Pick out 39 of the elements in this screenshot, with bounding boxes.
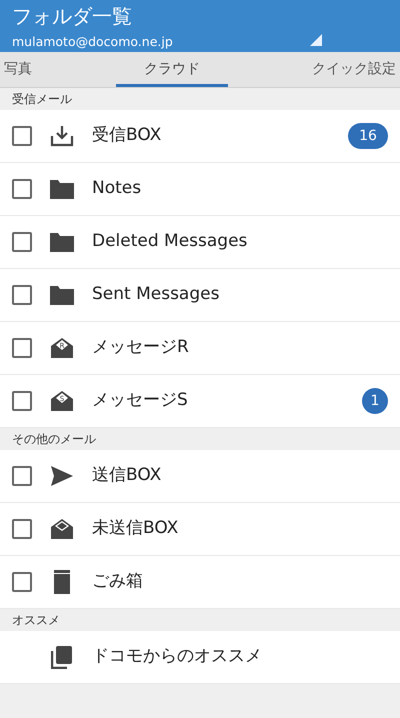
folder-name: メッセージS	[92, 389, 188, 412]
checkbox[interactable]	[12, 391, 32, 411]
checkbox[interactable]	[12, 572, 32, 592]
folder-name: 未送信BOX	[92, 517, 178, 540]
checkbox[interactable]	[12, 126, 32, 146]
open-envelope-icon	[48, 518, 76, 540]
folder-name: ドコモからのオススメ	[92, 645, 262, 668]
folder-row[interactable]: Notes	[0, 163, 400, 216]
folder-name: 送信BOX	[92, 464, 162, 488]
folder-name: ごみ箱	[92, 570, 143, 594]
folder-name: Sent Messages	[92, 283, 220, 306]
unread-count: 1	[362, 388, 388, 414]
folder-icon	[48, 284, 76, 306]
folder-row[interactable]: ごみ箱	[0, 556, 400, 609]
account-address: mulamoto@docomo.ne.jp	[12, 33, 173, 51]
folder-row[interactable]: Deleted Messages	[0, 216, 400, 269]
folder-row[interactable]: Sent Messages	[0, 269, 400, 322]
folder-name: メッセージR	[92, 336, 189, 360]
tab[interactable]: クイック設定	[308, 51, 400, 87]
folder-name: Notes	[92, 177, 142, 200]
folder-row[interactable]: 送信BOX	[0, 450, 400, 503]
inbox-download-icon	[48, 125, 76, 147]
folder-name: 受信BOX	[92, 124, 162, 148]
dropdown-icon[interactable]	[310, 34, 322, 46]
tab[interactable]: 写真	[0, 51, 36, 87]
unread-count: 16	[348, 123, 388, 149]
folder-name: Deleted Messages	[92, 230, 248, 254]
checkbox[interactable]	[12, 179, 32, 199]
folder-icon	[48, 178, 76, 200]
header-title: フォルダ一覧	[12, 3, 133, 29]
checkbox[interactable]	[12, 285, 32, 305]
folder-icon	[48, 231, 76, 253]
checkbox[interactable]	[12, 519, 32, 539]
checkbox[interactable]	[12, 232, 32, 252]
folder-row[interactable]: 受信BOX 16	[0, 110, 400, 163]
checkbox[interactable]	[12, 338, 32, 358]
folder-row[interactable]: ドコモからのオススメ	[0, 631, 400, 684]
folder-row[interactable]: 未送信BOX	[0, 503, 400, 556]
checkbox[interactable]	[12, 466, 32, 486]
